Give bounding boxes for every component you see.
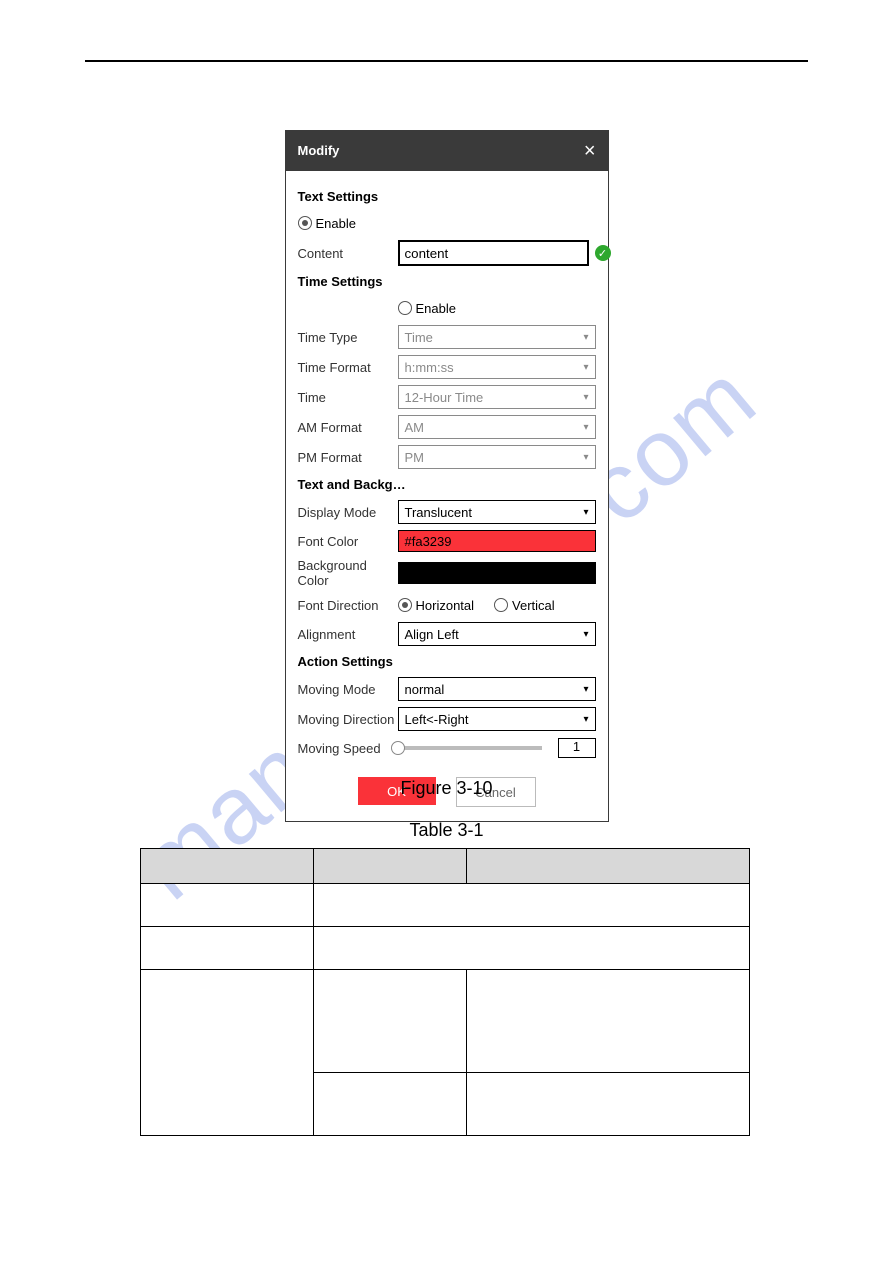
value-moving-direction: Left<-Right [405,712,469,727]
select-time-format[interactable]: h:mm:ss ▾ [398,355,596,379]
table-cell [141,970,314,1136]
bg-color-swatch[interactable] [398,562,596,584]
row-text-enable: Enable [298,212,596,234]
table-header-cell [314,849,467,884]
row-content: Content ✓ [298,240,596,266]
select-time[interactable]: 12-Hour Time ▾ [398,385,596,409]
label-time-enable: Enable [416,301,456,316]
select-moving-mode[interactable]: normal ▾ [398,677,596,701]
font-color-swatch[interactable]: #fa3239 [398,530,596,552]
label-font-color: Font Color [298,534,398,549]
dialog-title: Modify [298,131,340,171]
label-alignment: Alignment [298,627,398,642]
section-action-settings: Action Settings [298,654,596,669]
label-moving-direction: Moving Direction [298,712,398,727]
content-input[interactable] [398,240,589,266]
value-moving-mode: normal [405,682,445,697]
label-font-direction: Font Direction [298,598,398,613]
table-cell [467,970,750,1073]
radio-text-enable[interactable] [298,216,312,230]
table-row [141,849,750,884]
label-moving-speed: Moving Speed [298,741,398,756]
figure-caption: Figure 3-10 [0,778,893,799]
label-display-mode: Display Mode [298,505,398,520]
value-am-format: AM [405,420,425,435]
radio-time-enable[interactable] [398,301,412,315]
section-time-settings: Time Settings [298,274,596,289]
table-cell [141,927,314,970]
row-time-enable: Enable [298,297,596,319]
chevron-down-icon: ▾ [583,507,588,518]
label-text-enable: Enable [316,216,356,231]
chevron-down-icon: ▾ [583,629,588,640]
table-3-1 [140,848,750,1136]
label-time-type: Time Type [298,330,398,345]
close-icon[interactable]: × [584,131,596,171]
table-row [141,927,750,970]
table-row [141,970,750,1073]
chevron-down-icon: ▾ [583,332,588,343]
select-alignment[interactable]: Align Left ▾ [398,622,596,646]
table-cell [314,927,750,970]
page: manualchivecom Modify × Text Settings En… [0,0,893,1263]
select-moving-direction[interactable]: Left<-Right ▾ [398,707,596,731]
label-pm-format: PM Format [298,450,398,465]
label-vertical: Vertical [512,598,555,613]
chevron-down-icon: ▾ [583,452,588,463]
modify-dialog: Modify × Text Settings Enable Content ✓ … [285,130,609,822]
top-rule [85,60,808,62]
label-am-format: AM Format [298,420,398,435]
radio-vertical[interactable] [494,598,508,612]
dialog-body: Text Settings Enable Content ✓ Time Sett… [286,171,608,821]
section-text-bg: Text and Backg… [298,477,596,492]
value-time-format: h:mm:ss [405,360,454,375]
label-content: Content [298,246,398,261]
label-time: Time [298,390,398,405]
table-cell [314,970,467,1073]
slider-thumb[interactable] [391,741,405,755]
chevron-down-icon: ▾ [583,714,588,725]
table-cell [467,1073,750,1136]
section-text-settings: Text Settings [298,189,596,204]
moving-speed-slider[interactable] [398,746,542,750]
table-row [141,884,750,927]
chevron-down-icon: ▾ [583,392,588,403]
chevron-down-icon: ▾ [583,684,588,695]
radio-horizontal[interactable] [398,598,412,612]
value-alignment: Align Left [405,627,459,642]
table-cell [141,884,314,927]
select-display-mode[interactable]: Translucent ▾ [398,500,596,524]
select-am-format[interactable]: AM ▾ [398,415,596,439]
select-time-type[interactable]: Time ▾ [398,325,596,349]
dialog-header: Modify × [286,131,608,171]
label-horizontal: Horizontal [416,598,475,613]
label-time-format: Time Format [298,360,398,375]
validate-ok-icon: ✓ [595,245,611,261]
label-moving-mode: Moving Mode [298,682,398,697]
chevron-down-icon: ▾ [583,362,588,373]
table-header-cell [467,849,750,884]
value-pm-format: PM [405,450,425,465]
table-caption: Table 3-1 [0,820,893,841]
chevron-down-icon: ▾ [583,422,588,433]
value-display-mode: Translucent [405,505,472,520]
value-time: 12-Hour Time [405,390,484,405]
moving-speed-value[interactable]: 1 [558,738,596,758]
table-cell [314,884,750,927]
table-header-cell [141,849,314,884]
select-pm-format[interactable]: PM ▾ [398,445,596,469]
label-bg-color: Background Color [298,558,398,588]
table-cell [314,1073,467,1136]
value-time-type: Time [405,330,433,345]
